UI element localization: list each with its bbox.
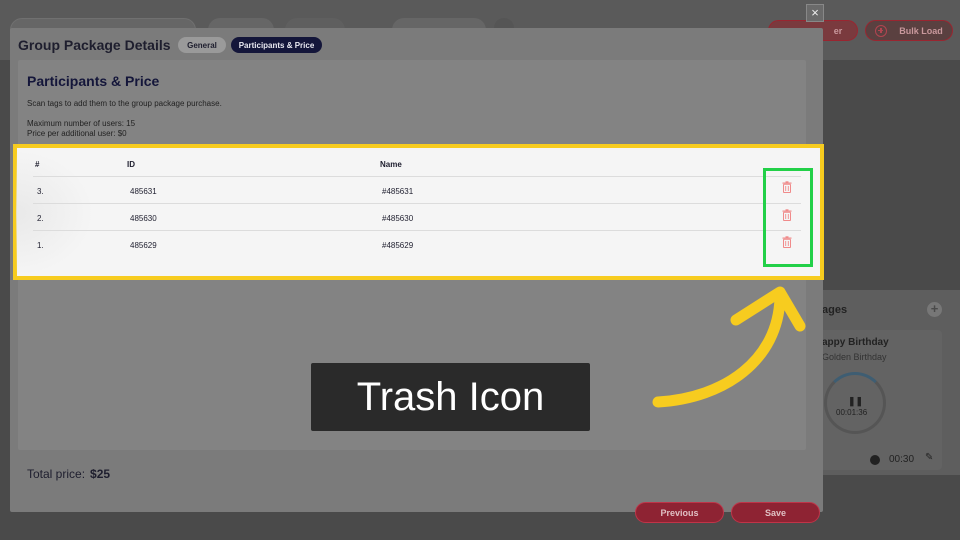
column-header-name: Name — [380, 160, 402, 169]
annotation-callout: Trash Icon — [311, 363, 590, 431]
pencil-icon[interactable]: ✎ — [925, 452, 933, 463]
row-id: 485631 — [130, 187, 157, 196]
clock-icon — [870, 455, 880, 465]
bulk-load-label: Bulk Load — [899, 25, 943, 36]
total-price-label: Total price: — [27, 467, 86, 481]
price-per-user-text: Price per additional user: $0 — [27, 129, 127, 138]
tab-participants-price[interactable]: Participants & Price — [231, 37, 322, 53]
row-number: 3. — [37, 187, 44, 196]
row-number: 2. — [37, 214, 44, 223]
table-row: 2. 485630 #485630 — [33, 203, 801, 230]
row-name: #485631 — [382, 187, 414, 196]
pause-icon[interactable]: ❚❚ — [848, 396, 863, 407]
trash-icons-highlight-box — [763, 168, 813, 267]
annotation-arrow-icon — [652, 286, 806, 408]
packages-panel-title: ages — [822, 304, 848, 316]
package-card-name: appy Birthday — [822, 337, 889, 348]
close-icon[interactable]: × — [806, 4, 824, 22]
plus-circle-icon — [875, 24, 888, 37]
row-name: #485630 — [382, 214, 414, 223]
row-name: #485629 — [382, 241, 414, 250]
row-id: 485629 — [130, 241, 157, 250]
section-description: Scan tags to add them to the group packa… — [27, 99, 222, 108]
column-header-number: # — [35, 160, 40, 169]
background-action-label: er — [833, 25, 843, 36]
package-card-subtitle: Golden Birthday — [822, 352, 887, 362]
total-price: Total price: $25 — [27, 467, 110, 481]
plus-icon[interactable]: + — [927, 302, 942, 317]
max-users-text: Maximum number of users: 15 — [27, 119, 136, 128]
table-row: 1. 485629 #485629 — [33, 230, 801, 257]
tab-general[interactable]: General — [178, 37, 226, 53]
modal-title: Group Package Details — [18, 37, 171, 53]
save-button[interactable]: Save — [731, 502, 820, 523]
column-header-id: ID — [127, 160, 135, 169]
row-id: 485630 — [130, 214, 157, 223]
timer-value: 00:01:36 — [836, 408, 868, 417]
bulk-load-button[interactable]: Bulk Load — [865, 20, 953, 41]
previous-button[interactable]: Previous — [635, 502, 724, 523]
section-title: Participants & Price — [27, 73, 160, 89]
table-row: 3. 485631 #485631 — [33, 176, 801, 203]
package-duration: 00:30 — [889, 454, 915, 465]
row-number: 1. — [37, 241, 44, 250]
total-price-value: $25 — [90, 467, 111, 481]
